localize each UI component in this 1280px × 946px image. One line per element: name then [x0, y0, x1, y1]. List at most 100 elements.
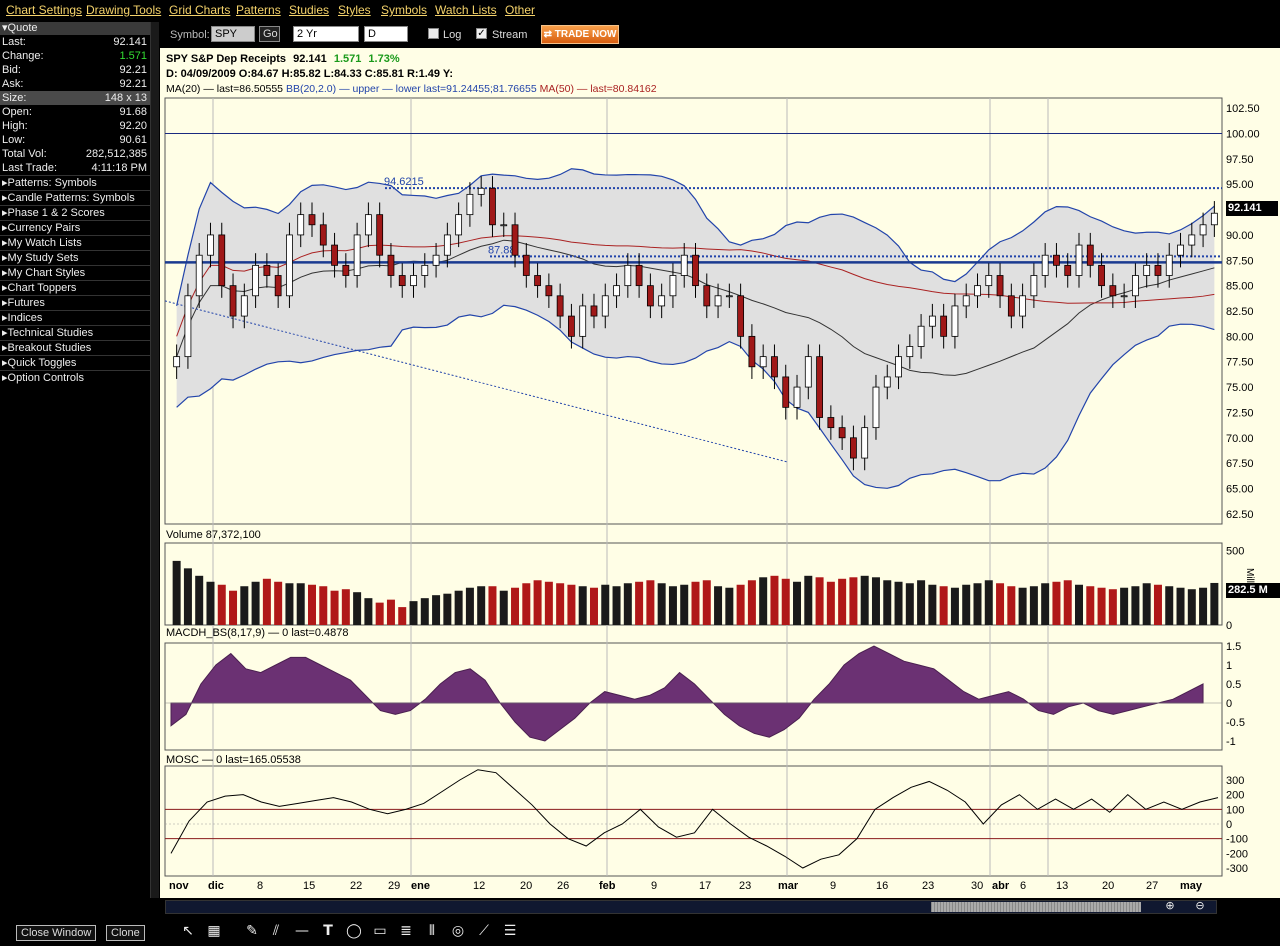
volume-bar	[815, 577, 824, 625]
menu-styles[interactable]: Styles	[338, 3, 371, 17]
candle-body	[748, 335, 756, 368]
volume-bar	[612, 586, 621, 625]
text-icon[interactable]: T	[318, 920, 338, 942]
ohlc-high: H:85.82	[281, 68, 321, 80]
trade-now-button[interactable]: ⇄ TRADE NOW	[541, 25, 619, 44]
candle-body	[646, 285, 654, 307]
sidebar-group[interactable]: ▸Breakout Studies	[0, 340, 150, 355]
panel-divider[interactable]	[150, 22, 159, 946]
pointer-icon[interactable]: ↖	[178, 920, 198, 942]
volume-bar	[860, 575, 869, 625]
volume-bar	[668, 586, 677, 625]
candle-body	[590, 305, 598, 317]
gann-icon[interactable]: ⦀	[422, 920, 442, 942]
fibonacci-icon[interactable]: ≣	[396, 920, 416, 942]
sidebar-group[interactable]: ▸Indices	[0, 310, 150, 325]
volume-bar	[1165, 586, 1174, 625]
price-tick-label: 80.00	[1226, 331, 1254, 343]
menu-grid-charts[interactable]: Grid Charts	[169, 3, 230, 17]
horizontal-line-icon[interactable]: —	[292, 920, 312, 942]
volume-bar	[465, 587, 474, 625]
price-tick-label: 97.50	[1226, 154, 1254, 166]
trade-icon: ⇄	[543, 29, 555, 40]
sidebar-group[interactable]: ▸Currency Pairs	[0, 220, 150, 235]
sidebar-group[interactable]: ▸My Watch Lists	[0, 235, 150, 250]
rectangle-icon[interactable]: ▭	[370, 920, 390, 942]
menu-other[interactable]: Other	[505, 3, 535, 17]
chart-area[interactable]: 102.50100.0097.5095.0092.5090.0087.5085.…	[160, 48, 1280, 898]
candle-body	[263, 264, 271, 276]
candle-body	[917, 325, 925, 347]
lines-icon[interactable]: ☰	[500, 920, 520, 942]
interval-select[interactable]: D	[364, 26, 408, 42]
menu-chart-settings[interactable]: Chart Settings	[6, 3, 82, 17]
price-tick-label: 87.50	[1226, 255, 1254, 267]
quote-header[interactable]: ▾Quote	[0, 22, 150, 35]
grid-icon[interactable]: ▦	[204, 920, 224, 942]
sidebar-group[interactable]: ▸Chart Toppers	[0, 280, 150, 295]
log-checkbox[interactable]	[428, 28, 439, 39]
spiral-icon[interactable]: ◎	[448, 920, 468, 942]
candle-body	[207, 234, 214, 256]
quote-value: 90.61	[119, 134, 147, 146]
candle-body	[928, 315, 936, 327]
volume-bar	[1199, 587, 1208, 625]
pencil-icon[interactable]: ✎	[242, 920, 262, 942]
parallel-lines-icon[interactable]: ⫽	[266, 920, 286, 942]
volume-bar	[725, 587, 734, 625]
menu-studies[interactable]: Studies	[289, 3, 329, 17]
sidebar-group[interactable]: ▸Phase 1 & 2 Scores	[0, 205, 150, 220]
candle-body	[771, 356, 778, 378]
sidebar-group[interactable]: ▸Option Controls	[0, 370, 150, 385]
menu-watch-lists[interactable]: Watch Lists	[435, 3, 497, 17]
stream-checkbox[interactable]: ✓	[476, 28, 487, 39]
clone-button[interactable]: Clone	[106, 925, 145, 941]
sidebar-group[interactable]: ▸Technical Studies	[0, 325, 150, 340]
mosc-tick-label: 200	[1226, 790, 1244, 802]
ellipse-icon[interactable]: ◯	[344, 920, 364, 942]
volume-bar	[195, 575, 204, 625]
volume-bar	[747, 580, 756, 625]
candle-body	[1210, 212, 1218, 226]
chart-pct: 1.73%	[368, 53, 400, 65]
period-select[interactable]: 2 Yr	[293, 26, 359, 42]
menu-patterns[interactable]: Patterns	[236, 3, 281, 17]
ohlc-open: O:84.67	[238, 68, 279, 80]
menu-symbols[interactable]: Symbols	[381, 3, 427, 17]
zoom-in-icon[interactable]: ⊕	[1160, 899, 1180, 913]
sidebar-group[interactable]: ▸Futures	[0, 295, 150, 310]
sidebar-group-label: Quick Toggles	[7, 357, 77, 369]
volume-bar	[917, 580, 926, 625]
volume-bar	[601, 584, 610, 625]
quote-key: Last Trade:	[2, 162, 58, 174]
sidebar-group[interactable]: ▸My Chart Styles	[0, 265, 150, 280]
sidebar-group-label: Futures	[7, 297, 45, 309]
candle-body	[1030, 275, 1038, 297]
menu-drawing-tools[interactable]: Drawing Tools	[86, 3, 161, 17]
candle-body	[635, 264, 643, 287]
zoom-out-icon[interactable]: ⊖	[1190, 899, 1210, 913]
sidebar: ▾Quote Last: 92.141 Change: 1.571 Bid: 92.21 A…	[0, 22, 150, 384]
time-scrollbar[interactable]	[165, 900, 1217, 914]
candle-body	[398, 275, 406, 287]
go-button[interactable]: Go	[259, 26, 280, 42]
fan-icon[interactable]: ⟋	[474, 920, 494, 942]
candle-body	[1064, 264, 1072, 276]
volume-bar	[1086, 586, 1095, 625]
close-window-button[interactable]: Close Window	[16, 925, 97, 941]
sidebar-group-label: My Chart Styles	[7, 267, 86, 279]
quote-header-label: Quote	[7, 22, 38, 34]
scrollbar-thumb[interactable]	[931, 902, 1141, 912]
volume-bar	[871, 577, 880, 625]
sidebar-group[interactable]: ▸My Study Sets	[0, 250, 150, 265]
chart-canvas[interactable]: 102.50100.0097.5095.0092.5090.0087.5085.…	[160, 48, 1280, 898]
x-tick-label: 9	[830, 880, 837, 892]
volume-bar	[905, 583, 914, 625]
sidebar-group[interactable]: ▸Candle Patterns: Symbols	[0, 190, 150, 205]
symbol-input[interactable]: SPY	[211, 26, 255, 42]
volume-bar	[206, 581, 215, 625]
sidebar-group[interactable]: ▸Patterns: Symbols	[0, 175, 150, 190]
price-tick-label: 67.50	[1226, 458, 1254, 470]
volume-bar	[702, 580, 711, 625]
sidebar-group[interactable]: ▸Quick Toggles	[0, 355, 150, 370]
